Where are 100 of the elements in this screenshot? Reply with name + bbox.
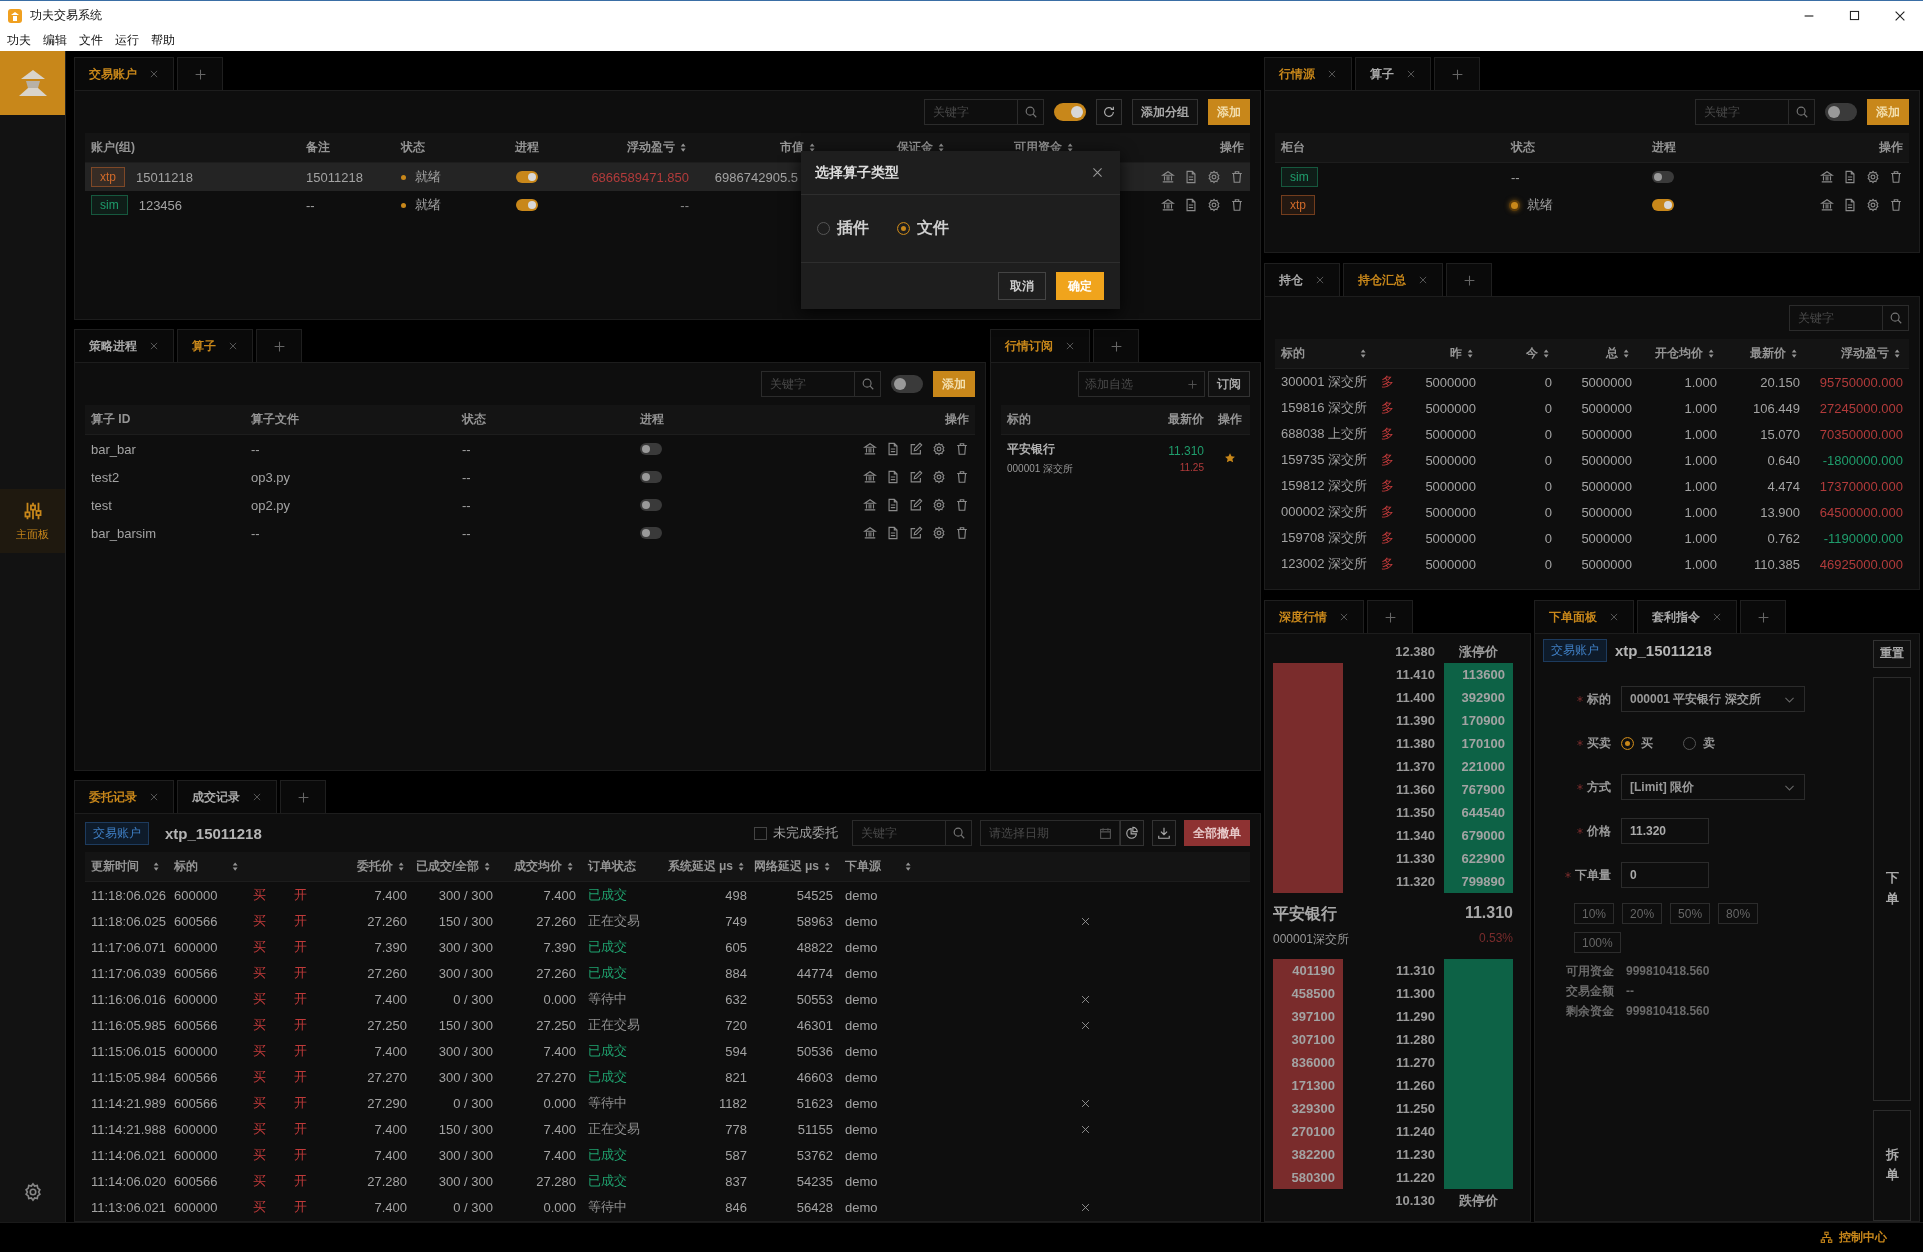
table-cell-text: -1800000.000: [1821, 452, 1904, 468]
table-cell-text: 7.400: [542, 1121, 577, 1137]
table-cell-text: 27.260: [535, 965, 577, 981]
table-cell-text: 7.390: [373, 939, 408, 955]
table-cell-text: 11:14:21.989: [90, 1095, 167, 1111]
table-cell-text: 买: [252, 1198, 267, 1216]
table-cell-text: 7.400: [373, 991, 408, 1007]
column-header: 更新时间: [91, 858, 139, 875]
table-cell-text: 50536: [795, 1043, 834, 1059]
table-cell-text: 150 / 300: [437, 913, 494, 929]
price-level: 11.260: [1394, 1077, 1435, 1095]
table-cell-text: 11:14:06.021: [90, 1147, 167, 1163]
table-cell: 就绪: [415, 196, 441, 214]
column-header: 操作: [1218, 411, 1242, 428]
table-cell-text: 27.290: [366, 1095, 408, 1111]
table-cell-text: 多: [1380, 451, 1395, 469]
table-cell-text: 5000000: [1580, 426, 1633, 442]
table-cell-text: --: [461, 469, 472, 485]
table-cell-text: 46301: [795, 1017, 834, 1033]
table-cell-text: 600000: [173, 939, 219, 955]
price-level: 11.380: [1394, 735, 1435, 753]
table-cell-text: 300 / 300: [437, 1173, 494, 1189]
table-cell-text: 600566: [173, 1095, 219, 1111]
table-cell-text: 0.762: [1766, 530, 1801, 546]
table-cell-text: 600000: [173, 1199, 219, 1215]
table-cell-text: 0: [1543, 452, 1553, 468]
table-cell-text: demo: [844, 939, 879, 955]
table-cell-text: 27.270: [366, 1069, 408, 1085]
table-cell-text: 27245000.000: [1818, 400, 1904, 416]
column-header: 状态: [401, 139, 425, 156]
table-cell-text: 买: [252, 1016, 267, 1034]
table-cell-text: 600566: [173, 965, 219, 981]
column-header: 已成交/全部: [415, 858, 479, 875]
table-cell-text: 159816 深交所: [1280, 399, 1368, 417]
table-cell-text: 27.260: [366, 965, 408, 981]
volume: 397100: [1290, 1008, 1336, 1026]
table-cell-text: 开: [293, 964, 308, 982]
volume: 307100: [1290, 1031, 1336, 1049]
table-cell-text: 300 / 300: [437, 887, 494, 903]
table-cell-text: 0.000: [542, 991, 577, 1007]
volume: 458500: [1290, 985, 1336, 1003]
radio-label: 文件: [917, 218, 949, 238]
volume: 644540: [1460, 804, 1506, 822]
table-cell-text: 600000: [173, 1121, 219, 1137]
table-cell-text: 5000000: [1580, 504, 1633, 520]
table-cell-text: 买: [252, 1042, 267, 1060]
table-cell-text: 开: [293, 1172, 308, 1190]
table-cell-text: 27.270: [535, 1069, 577, 1085]
volume: 329300: [1290, 1100, 1336, 1118]
table-cell-text: 多: [1380, 477, 1395, 495]
table-cell-text: -1190000.000: [1822, 530, 1904, 546]
table-cell-text: 7.400: [373, 887, 408, 903]
table-cell-text: 买: [252, 1146, 267, 1164]
table-cell-text: 605: [724, 939, 748, 955]
table-cell-text: 720: [724, 1017, 748, 1033]
table-cell-text: 632: [724, 991, 748, 1007]
table-cell-text: 600566: [173, 913, 219, 929]
limit-label: 涨停价: [1458, 642, 1499, 661]
table-cell-text: 150 / 300: [437, 1121, 494, 1137]
table-cell-text: 300 / 300: [437, 965, 494, 981]
table-cell-text: 0 / 300: [452, 1095, 494, 1111]
radio-label: 卖: [1703, 734, 1715, 752]
limit-price: 10.130: [1394, 1193, 1435, 1208]
volume: 580300: [1290, 1169, 1336, 1187]
table-cell-text: 11:18:06.025: [90, 913, 167, 929]
table-cell-text: 5000000: [1580, 530, 1633, 546]
volume: 622900: [1460, 850, 1506, 868]
table-cell-text: demo: [844, 1173, 879, 1189]
table-cell-text: 27.260: [535, 913, 577, 929]
table-cell: 15011218: [136, 169, 193, 185]
price-change: 0.53%: [1478, 931, 1513, 947]
table-cell-text: demo: [844, 1043, 879, 1059]
column-header: 开仓均价: [1655, 345, 1703, 362]
table-cell-text: 开: [293, 1042, 308, 1060]
table-cell-text: 开: [293, 1094, 308, 1112]
column-header: 最新价: [1750, 345, 1786, 362]
table-cell-text: 5000000: [1424, 530, 1477, 546]
column-header: 下单源: [845, 858, 881, 875]
price-level: 11.350: [1394, 804, 1435, 822]
limit-price: 12.380: [1394, 644, 1435, 659]
table-cell-text: 买: [252, 1068, 267, 1086]
column-header: 今: [1526, 345, 1538, 362]
table-cell-text: test: [90, 497, 113, 513]
table-cell-text: --: [305, 197, 316, 213]
table-cell-text: 0 / 300: [452, 1199, 494, 1215]
price-level: 11.230: [1394, 1146, 1435, 1164]
column-header: 浮动盈亏: [1841, 345, 1889, 362]
price-level: 11.250: [1394, 1100, 1435, 1118]
table-cell-text: 多: [1380, 425, 1395, 443]
table-cell-text: 11:17:06.039: [90, 965, 167, 981]
table-cell-text: 0: [1543, 556, 1553, 572]
table-cell-text: 884: [724, 965, 748, 981]
table-cell-text: 正在交易: [587, 1016, 641, 1034]
table-cell-text: 0: [1543, 530, 1553, 546]
table-cell-text: 46925000.000: [1818, 556, 1904, 572]
table-cell-text: test2: [90, 469, 121, 485]
table-cell-text: 11:15:05.984: [90, 1069, 167, 1085]
table-cell-text: 15011218: [305, 169, 364, 185]
table-cell-text: 11:15:06.015: [90, 1043, 167, 1059]
table-cell-text: 开: [293, 990, 308, 1008]
